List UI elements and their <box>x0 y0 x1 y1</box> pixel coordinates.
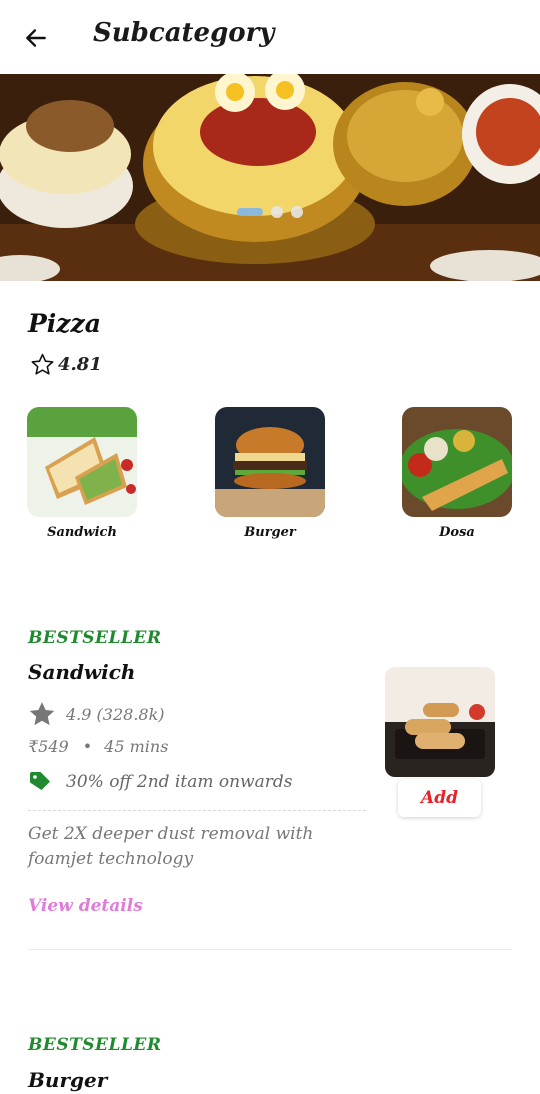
tag-icon <box>30 772 50 790</box>
item-rating-text: 4.9 (328.8k) <box>66 704 165 724</box>
category-dosa[interactable]: Dosa <box>402 407 512 540</box>
category-sandwich[interactable]: Sandwich <box>27 407 137 540</box>
dosa-image <box>402 407 512 517</box>
view-details-link[interactable]: View details <box>28 896 143 916</box>
category-label: Dosa <box>439 525 475 540</box>
category-label: Sandwich <box>47 525 117 540</box>
item-price: ₹549 <box>28 737 69 756</box>
item-time: 45 mins <box>104 737 169 756</box>
back-button[interactable] <box>18 20 54 56</box>
app-bar: Subcategory <box>0 0 540 74</box>
carousel-dot[interactable] <box>291 206 303 218</box>
bestseller-badge: BESTSELLER <box>28 628 162 648</box>
item-offer: 30% off 2nd itam onwards <box>28 770 292 794</box>
item-image <box>385 667 495 777</box>
category-label: Burger <box>244 525 296 540</box>
banner-image <box>0 74 540 281</box>
item-price-time: ₹549 • 45 mins <box>28 737 168 756</box>
item-name: Sandwich <box>28 660 136 684</box>
item-description: Get 2X deeper dust removal with foamjet … <box>28 824 314 869</box>
bestseller-badge: BESTSELLER <box>28 1035 162 1055</box>
dashed-divider <box>28 810 366 811</box>
category-burger[interactable]: Burger <box>215 407 325 540</box>
sandwich-image <box>27 407 137 517</box>
carousel-dot[interactable] <box>271 206 283 218</box>
shop-rating: 4.81 <box>30 352 102 377</box>
item-rating: 4.9 (328.8k) <box>28 699 165 729</box>
add-button[interactable]: Add <box>398 779 481 817</box>
item-divider <box>28 949 512 950</box>
star-outline-icon <box>31 353 54 375</box>
offer-text: 30% off 2nd itam onwards <box>66 772 293 792</box>
separator-dot: • <box>82 737 93 756</box>
arrow-left-icon <box>26 29 46 47</box>
star-filled-icon <box>29 702 55 726</box>
shop-rating-value: 4.81 <box>58 354 102 375</box>
shop-name: Pizza <box>28 309 101 338</box>
banner-carousel[interactable] <box>0 74 540 281</box>
item-name: Burger <box>28 1068 108 1092</box>
page-title: Subcategory <box>93 18 275 48</box>
carousel-dot-active[interactable] <box>237 208 263 216</box>
carousel-indicator[interactable] <box>0 206 540 218</box>
burger-image <box>215 407 325 517</box>
